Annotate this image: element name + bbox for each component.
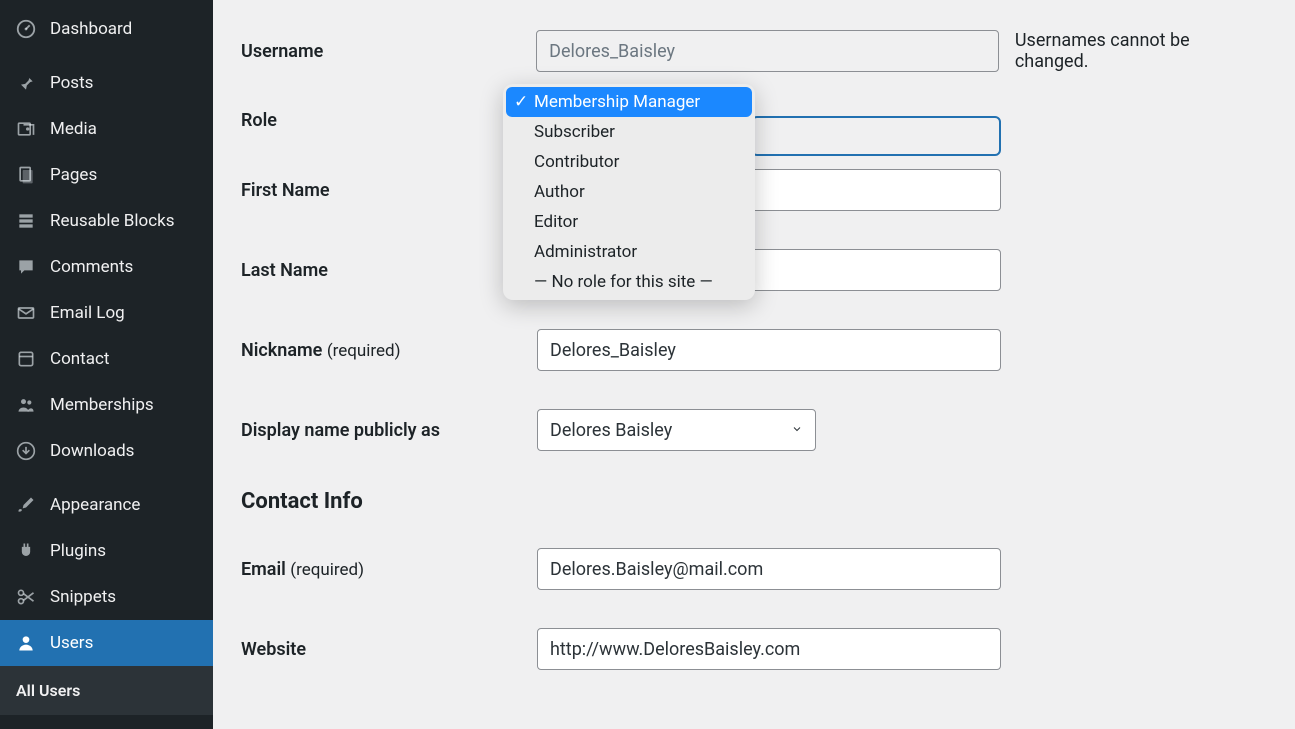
sidebar-item-label: Downloads bbox=[50, 441, 134, 461]
sidebar-item-downloads[interactable]: Downloads bbox=[0, 428, 213, 474]
comment-icon bbox=[14, 255, 38, 279]
email-label: Email (required) bbox=[241, 559, 537, 580]
username-hint: Usernames cannot be changed. bbox=[1015, 30, 1267, 72]
sidebar-item-dashboard[interactable]: Dashboard bbox=[0, 6, 213, 52]
brush-icon bbox=[14, 493, 38, 517]
admin-sidebar: Dashboard Posts Media Pages Reusable Blo… bbox=[0, 0, 213, 729]
website-input[interactable] bbox=[537, 628, 1001, 670]
username-input bbox=[536, 30, 999, 72]
sidebar-item-users[interactable]: Users bbox=[0, 620, 213, 666]
role-select-outline bbox=[751, 116, 1001, 156]
sidebar-item-snippets[interactable]: Snippets bbox=[0, 574, 213, 620]
sidebar-item-label: Plugins bbox=[50, 541, 106, 561]
contact-info-heading: Contact Info bbox=[241, 489, 1267, 514]
sidebar-item-label: Contact bbox=[50, 349, 109, 369]
envelope-icon bbox=[14, 301, 38, 325]
first-name-label: First Name bbox=[241, 180, 537, 201]
role-option-editor[interactable]: Editor bbox=[506, 207, 752, 237]
contact-icon bbox=[14, 347, 38, 371]
scissors-icon bbox=[14, 585, 38, 609]
pages-icon bbox=[14, 163, 38, 187]
last-name-label: Last Name bbox=[241, 260, 537, 281]
row-nickname: Nickname (required) bbox=[241, 329, 1267, 371]
media-icon bbox=[14, 117, 38, 141]
sidebar-item-plugins[interactable]: Plugins bbox=[0, 528, 213, 574]
sidebar-item-label: Appearance bbox=[50, 495, 140, 515]
sidebar-item-label: Users bbox=[50, 633, 93, 653]
download-icon bbox=[14, 439, 38, 463]
user-icon bbox=[14, 631, 38, 655]
sidebar-item-posts[interactable]: Posts bbox=[0, 60, 213, 106]
role-option-membership-manager[interactable]: ✓ Membership Manager bbox=[506, 87, 752, 117]
row-username: Username Usernames cannot be changed. bbox=[241, 30, 1267, 72]
row-display-name: Display name publicly as Delores Baisley bbox=[241, 409, 1267, 451]
email-input[interactable] bbox=[537, 548, 1001, 590]
plug-icon bbox=[14, 539, 38, 563]
nickname-input[interactable] bbox=[537, 329, 1001, 371]
role-option-no-role[interactable]: — No role for this site — bbox=[506, 267, 752, 297]
row-website: Website bbox=[241, 628, 1267, 670]
role-option-contributor[interactable]: Contributor bbox=[506, 147, 752, 177]
pin-icon bbox=[14, 71, 38, 95]
sidebar-submenu: All Users bbox=[0, 666, 213, 715]
sidebar-item-pages[interactable]: Pages bbox=[0, 152, 213, 198]
display-name-value: Delores Baisley bbox=[550, 420, 672, 441]
nickname-label: Nickname (required) bbox=[241, 340, 537, 361]
username-label: Username bbox=[241, 41, 536, 62]
sidebar-item-media[interactable]: Media bbox=[0, 106, 213, 152]
chevron-down-icon bbox=[791, 423, 803, 438]
check-icon: ✓ bbox=[514, 92, 534, 112]
role-label: Role bbox=[241, 110, 537, 131]
website-label: Website bbox=[241, 639, 537, 660]
sidebar-item-label: Snippets bbox=[50, 587, 116, 607]
display-name-label: Display name publicly as bbox=[241, 420, 537, 441]
dashboard-icon bbox=[14, 17, 38, 41]
role-option-administrator[interactable]: Administrator bbox=[506, 237, 752, 267]
sidebar-item-label: Media bbox=[50, 119, 97, 139]
sidebar-item-label: Reusable Blocks bbox=[50, 211, 175, 231]
sidebar-item-label: Posts bbox=[50, 73, 93, 93]
sidebar-subitem-all-users[interactable]: All Users bbox=[0, 674, 213, 707]
role-option-subscriber[interactable]: Subscriber bbox=[506, 117, 752, 147]
sidebar-item-label: Email Log bbox=[50, 303, 125, 323]
blocks-icon bbox=[14, 209, 38, 233]
groups-icon bbox=[14, 393, 38, 417]
sidebar-item-label: Memberships bbox=[50, 395, 154, 415]
display-name-select[interactable]: Delores Baisley bbox=[537, 409, 816, 451]
sidebar-item-label: Pages bbox=[50, 165, 97, 185]
role-option-author[interactable]: Author bbox=[506, 177, 752, 207]
sidebar-item-comments[interactable]: Comments bbox=[0, 244, 213, 290]
sidebar-item-appearance[interactable]: Appearance bbox=[0, 482, 213, 528]
role-dropdown[interactable]: ✓ Membership Manager Subscriber Contribu… bbox=[503, 84, 755, 300]
sidebar-item-contact[interactable]: Contact bbox=[0, 336, 213, 382]
sidebar-item-label: Dashboard bbox=[50, 19, 132, 39]
main-content: Username Usernames cannot be changed. Ro… bbox=[213, 0, 1295, 729]
sidebar-item-memberships[interactable]: Memberships bbox=[0, 382, 213, 428]
sidebar-item-email-log[interactable]: Email Log bbox=[0, 290, 213, 336]
sidebar-item-label: Comments bbox=[50, 257, 133, 277]
row-email: Email (required) bbox=[241, 548, 1267, 590]
sidebar-item-reusable-blocks[interactable]: Reusable Blocks bbox=[0, 198, 213, 244]
